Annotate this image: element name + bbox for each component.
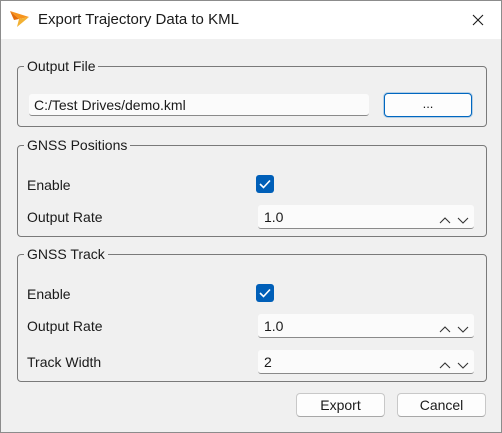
gnss-track-legend: GNSS Track: [27, 246, 105, 262]
track-width-value: 2: [264, 354, 272, 370]
gnss-positions-legend: GNSS Positions: [27, 137, 128, 153]
chevron-up-icon[interactable]: [439, 212, 451, 224]
positions-enable-label: Enable: [27, 177, 71, 193]
xsens-logo-icon: [9, 10, 31, 28]
title-bar: Export Trajectory Data to KML: [1, 1, 501, 39]
chevron-down-icon[interactable]: [457, 212, 469, 224]
output-path-field[interactable]: [29, 94, 369, 116]
chevron-down-icon[interactable]: [457, 357, 469, 369]
close-button[interactable]: [455, 1, 501, 39]
window-title: Export Trajectory Data to KML: [38, 11, 239, 28]
track-rate-value: 1.0: [264, 318, 284, 334]
cancel-button[interactable]: Cancel: [397, 393, 486, 417]
gnss-track-group: GNSS Track Enable Output Rate 1.0 Track …: [17, 246, 487, 382]
track-rate-label: Output Rate: [27, 318, 103, 334]
export-kml-dialog: Export Trajectory Data to KML Output Fil…: [0, 0, 502, 433]
positions-rate-spinbox[interactable]: 1.0: [258, 205, 474, 229]
positions-rate-value: 1.0: [264, 209, 284, 225]
track-enable-label: Enable: [27, 286, 71, 302]
output-file-group: Output File ...: [17, 58, 487, 127]
output-file-legend: Output File: [27, 58, 96, 74]
gnss-positions-group: GNSS Positions Enable Output Rate 1.0: [17, 137, 487, 237]
browse-button[interactable]: ...: [384, 93, 472, 117]
track-rate-spinbox[interactable]: 1.0: [258, 314, 474, 338]
positions-enable-checkbox[interactable]: [256, 175, 274, 193]
track-enable-checkbox[interactable]: [256, 284, 274, 302]
export-button[interactable]: Export: [296, 393, 385, 417]
chevron-up-icon[interactable]: [439, 321, 451, 333]
track-width-spinbox[interactable]: 2: [258, 350, 474, 374]
track-width-label: Track Width: [27, 354, 102, 370]
chevron-up-icon[interactable]: [439, 357, 451, 369]
positions-rate-label: Output Rate: [27, 209, 103, 225]
chevron-down-icon[interactable]: [457, 321, 469, 333]
